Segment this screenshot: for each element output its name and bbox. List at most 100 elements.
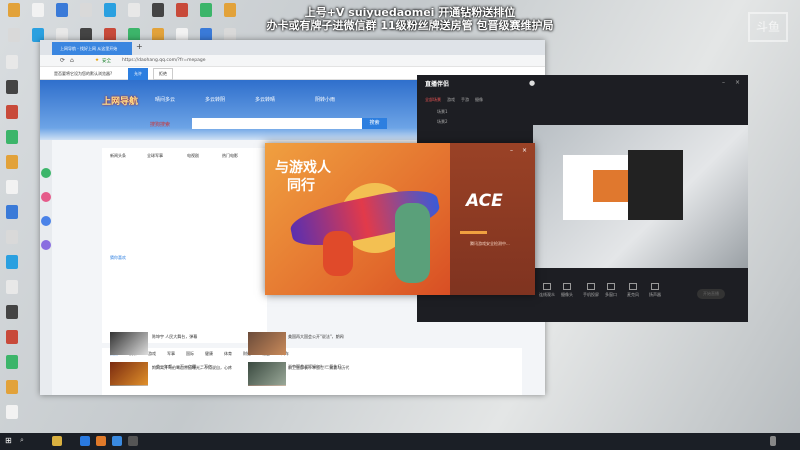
desktop-shortcut-icon[interactable]	[6, 155, 18, 169]
sidebar-icon[interactable]	[41, 240, 51, 250]
desktop-shortcut-icon[interactable]	[128, 3, 140, 17]
desktop-shortcut-icon[interactable]	[8, 3, 20, 17]
allow-button[interactable]: 允许	[128, 68, 148, 80]
site-logo[interactable]: 上网导航	[102, 94, 138, 107]
stream-control-button[interactable]: 摄像头	[561, 283, 573, 298]
ace-taskbar-icon[interactable]	[96, 436, 106, 446]
browser-taskbar-icon[interactable]	[80, 436, 90, 446]
control-label: 摄像头	[561, 292, 573, 297]
news-tab[interactable]: 体育	[224, 351, 232, 357]
ace-logo: ACE	[466, 191, 503, 211]
desktop-shortcut-icon[interactable]	[6, 130, 18, 144]
star-icon[interactable]: ★	[95, 58, 99, 63]
desktop-shortcut-icon[interactable]	[6, 180, 18, 194]
desktop-shortcut-icon[interactable]	[200, 3, 212, 17]
news-tab[interactable]: 军事	[167, 351, 175, 357]
tab-title: 上网导航 - 找好上网 从这里开始	[60, 46, 118, 51]
sidebar-icon[interactable]	[41, 216, 51, 226]
stream-control-button[interactable]: 连线观众	[539, 283, 555, 298]
ace-side-panel: – × ACE 腾讯游戏安全检测中...	[450, 143, 535, 295]
news-headline[interactable]: 陈坤宇 人民大舞台，弹幕	[152, 334, 197, 340]
quick-link[interactable]: 电视剧	[187, 153, 199, 159]
sidebar-icon[interactable]	[41, 192, 51, 202]
ace-art: 与游戏人 同行	[265, 143, 450, 295]
desktop-shortcut-icon[interactable]	[6, 280, 18, 294]
desktop-shortcut-icon[interactable]	[6, 230, 18, 244]
avatar[interactable]: ●	[529, 79, 535, 87]
deny-button[interactable]: 拒绝	[153, 68, 173, 80]
desktop-shortcut-icon[interactable]	[6, 405, 18, 419]
watermark-logo: 斗鱼	[748, 12, 788, 42]
control-label: 多窗口	[605, 292, 617, 297]
search-icon[interactable]: ⌕	[20, 436, 24, 445]
scene-item[interactable]: 场景1	[437, 109, 448, 115]
start-stream-button[interactable]: 开始直播	[697, 289, 725, 299]
weather-item: 阴转小雨	[315, 97, 336, 103]
control-icon	[629, 283, 637, 290]
desktop-shortcut-icon[interactable]	[224, 3, 236, 17]
address-bar[interactable]: https://daohang.qq.com/?fr=mepage	[122, 58, 206, 63]
desktop-shortcut-icon[interactable]	[8, 28, 20, 42]
stream-overlay-line-2: 办卡或有牌子进微信群 11级粉丝牌送房管 包晋级赛维护局	[266, 19, 554, 32]
news-thumbnail[interactable]	[110, 332, 148, 355]
status-text: 腾讯游戏安全检测中...	[470, 241, 510, 246]
desktop-shortcut-icon[interactable]	[6, 305, 18, 319]
reload-icon[interactable]: ⟳	[60, 57, 65, 64]
stream-taskbar-icon[interactable]	[128, 436, 138, 446]
new-tab-button[interactable]: +	[136, 42, 143, 51]
desktop-shortcut-icon[interactable]	[80, 3, 92, 17]
desktop-shortcut-icon[interactable]	[6, 105, 18, 119]
desktop-shortcut-icon[interactable]	[6, 380, 18, 394]
quick-link[interactable]: 新闻头条	[110, 153, 126, 159]
start-button-icon[interactable]: ⊞	[5, 436, 12, 445]
news-tab[interactable]: 游戏	[148, 351, 156, 357]
stream-control-button[interactable]: 扬声器	[649, 283, 661, 298]
quick-link[interactable]: 全球军事	[147, 153, 163, 159]
search-engine-selector[interactable]: 搜狗搜索	[150, 121, 170, 128]
secure-label: 安全	[102, 59, 111, 64]
file-explorer-icon[interactable]	[52, 436, 62, 446]
scene-tab[interactable]: 手游	[461, 97, 469, 103]
minimize-button[interactable]: –	[510, 147, 513, 154]
quick-link[interactable]: 热门电影	[222, 153, 238, 159]
video-thumbnail[interactable]	[248, 362, 286, 385]
scene-tab[interactable]: 全部场景	[425, 97, 441, 103]
scene-tab[interactable]: 游戏	[447, 97, 455, 103]
stream-control-button[interactable]: 手机投屏	[583, 283, 599, 298]
desktop-shortcut-icon[interactable]	[6, 80, 18, 94]
news-headline[interactable]: 一些一年都，一万一亿得，三万亿	[152, 364, 212, 370]
search-input[interactable]	[192, 118, 362, 129]
home-icon[interactable]: ⌂	[70, 57, 74, 64]
clock[interactable]	[770, 436, 776, 446]
desktop-shortcut-icon[interactable]	[176, 3, 188, 17]
minimize-button[interactable]: –	[722, 79, 725, 86]
news-tab[interactable]: 国际	[186, 351, 194, 357]
news-thumbnail[interactable]	[248, 332, 286, 355]
news-headline[interactable]: 当中国首战打如何？ 三巨头打	[288, 364, 341, 370]
news-headline[interactable]: 美国再大国会公开"说法"，朗闻	[288, 334, 344, 340]
desktop-shortcut-icon[interactable]	[6, 55, 18, 69]
control-label: 麦克风	[627, 292, 639, 297]
stream-control-button[interactable]: 麦克风	[627, 283, 639, 298]
desktop-shortcut-icon[interactable]	[56, 3, 68, 17]
scene-tab[interactable]: 摄像	[475, 97, 483, 103]
close-button[interactable]: ×	[735, 79, 740, 86]
desktop-shortcut-icon[interactable]	[6, 255, 18, 269]
close-button[interactable]: ×	[522, 147, 527, 154]
weather-item: 多云转晴	[255, 97, 276, 103]
search-button[interactable]: 搜索	[362, 118, 387, 129]
app-taskbar-icon[interactable]	[112, 436, 122, 446]
desktop-shortcut-icon[interactable]	[152, 3, 164, 17]
desktop-shortcut-icon[interactable]	[6, 355, 18, 369]
sidebar-icon[interactable]	[41, 168, 51, 178]
browser-tab[interactable]: 上网导航 - 找好上网 从这里开始	[52, 42, 132, 55]
desktop-shortcut-icon[interactable]	[6, 330, 18, 344]
scene-item[interactable]: 场景2	[437, 119, 448, 125]
nav-panel: 新闻头条 全球军事 电视剧 热门电影 猜你喜欢	[102, 148, 267, 343]
news-thumbnail[interactable]	[110, 362, 148, 385]
desktop-shortcut-icon[interactable]	[6, 205, 18, 219]
desktop-shortcut-icon[interactable]	[32, 3, 44, 17]
stream-control-button[interactable]: 多窗口	[605, 283, 617, 298]
news-tab[interactable]: 健康	[205, 351, 213, 357]
desktop-shortcut-icon[interactable]	[104, 3, 116, 17]
